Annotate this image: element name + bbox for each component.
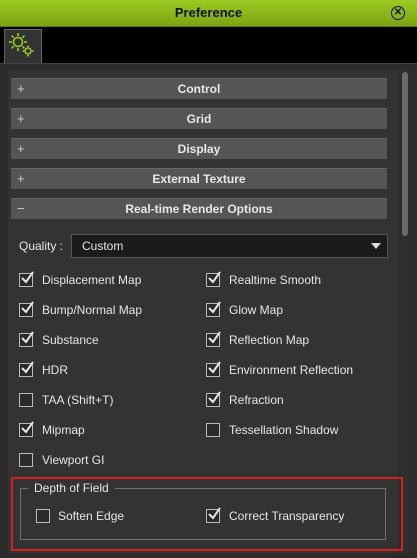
- reflection-map-label: Reflection Map: [229, 333, 310, 347]
- checkmark-icon: [21, 361, 34, 374]
- checkbox-soften-edge[interactable]: [36, 509, 50, 523]
- scrollbar-thumb[interactable]: [402, 72, 408, 236]
- substance-label: Substance: [42, 333, 99, 347]
- tab-bar: [0, 27, 417, 64]
- checkbox-viewport-gi[interactable]: [19, 453, 33, 467]
- quality-label: Quality :: [19, 239, 64, 253]
- checkbox-environment-reflection[interactable]: [206, 361, 221, 377]
- title-bar: Preference ✕: [0, 0, 417, 27]
- displacement-map-label: Displacement Map: [42, 273, 142, 287]
- checkbox-mipmap[interactable]: [19, 421, 34, 437]
- environment-reflection-label: Environment Reflection: [229, 363, 354, 377]
- checkmark-icon: [208, 331, 221, 344]
- checkmark-icon: [21, 271, 34, 284]
- checkbox-hdr[interactable]: [19, 361, 34, 377]
- section-realtime-render-options[interactable]: − Real-time Render Options: [11, 198, 387, 219]
- checkbox-displacement-map[interactable]: [19, 271, 34, 287]
- section-label: Control: [177, 82, 221, 96]
- tab-settings[interactable]: [4, 29, 42, 63]
- window-title: Preference: [174, 5, 243, 20]
- quality-value: Custom: [82, 239, 124, 253]
- correct-transparency-label: Correct Transparency: [229, 509, 345, 523]
- checkbox-substance[interactable]: [19, 331, 34, 347]
- hdr-label: HDR: [42, 363, 68, 377]
- checkmark-icon: [208, 271, 221, 284]
- section-label: Display: [177, 142, 221, 156]
- realtime-smooth-label: Realtime Smooth: [229, 273, 322, 287]
- glow-map-label: Glow Map: [229, 303, 284, 317]
- checkbox-refraction[interactable]: [206, 391, 221, 407]
- checkmark-icon: [208, 507, 221, 520]
- gears-icon: [9, 33, 34, 57]
- refraction-label: Refraction: [229, 393, 284, 407]
- mipmap-label: Mipmap: [42, 423, 85, 437]
- checkbox-reflection-map[interactable]: [206, 331, 221, 347]
- checkbox-glow-map[interactable]: [206, 301, 221, 317]
- section-external-texture[interactable]: + External Texture: [11, 168, 387, 189]
- bump-normal-map-label: Bump/Normal Map: [42, 303, 143, 317]
- taa-label: TAA (Shift+T): [42, 393, 114, 407]
- section-display[interactable]: + Display: [11, 138, 387, 159]
- section-label: Real-time Render Options: [125, 202, 273, 216]
- close-icon[interactable]: ✕: [391, 6, 405, 20]
- checkmark-icon: [208, 301, 221, 314]
- checkmark-icon: [208, 361, 221, 374]
- checkbox-taa[interactable]: [19, 393, 33, 407]
- checkbox-tessellation-shadow[interactable]: [206, 423, 220, 437]
- depth-of-field-title: Depth of Field: [28, 480, 115, 496]
- section-label: External Texture: [152, 172, 246, 186]
- checkbox-bump-normal-map[interactable]: [19, 301, 34, 317]
- checkmark-icon: [21, 301, 34, 314]
- soften-edge-label: Soften Edge: [58, 509, 125, 523]
- checkbox-realtime-smooth[interactable]: [206, 271, 221, 287]
- checkmark-icon: [208, 391, 221, 404]
- dropdown-arrow-icon: [371, 243, 381, 249]
- quality-dropdown[interactable]: Custom: [71, 234, 388, 258]
- checkbox-correct-transparency[interactable]: [206, 507, 221, 523]
- viewport-gi-label: Viewport GI: [42, 453, 105, 467]
- tessellation-shadow-label: Tessellation Shadow: [229, 423, 339, 437]
- checkmark-icon: [21, 421, 34, 434]
- checkmark-icon: [21, 331, 34, 344]
- section-label: Grid: [186, 112, 212, 126]
- section-grid[interactable]: + Grid: [11, 108, 387, 129]
- section-control[interactable]: + Control: [11, 78, 387, 99]
